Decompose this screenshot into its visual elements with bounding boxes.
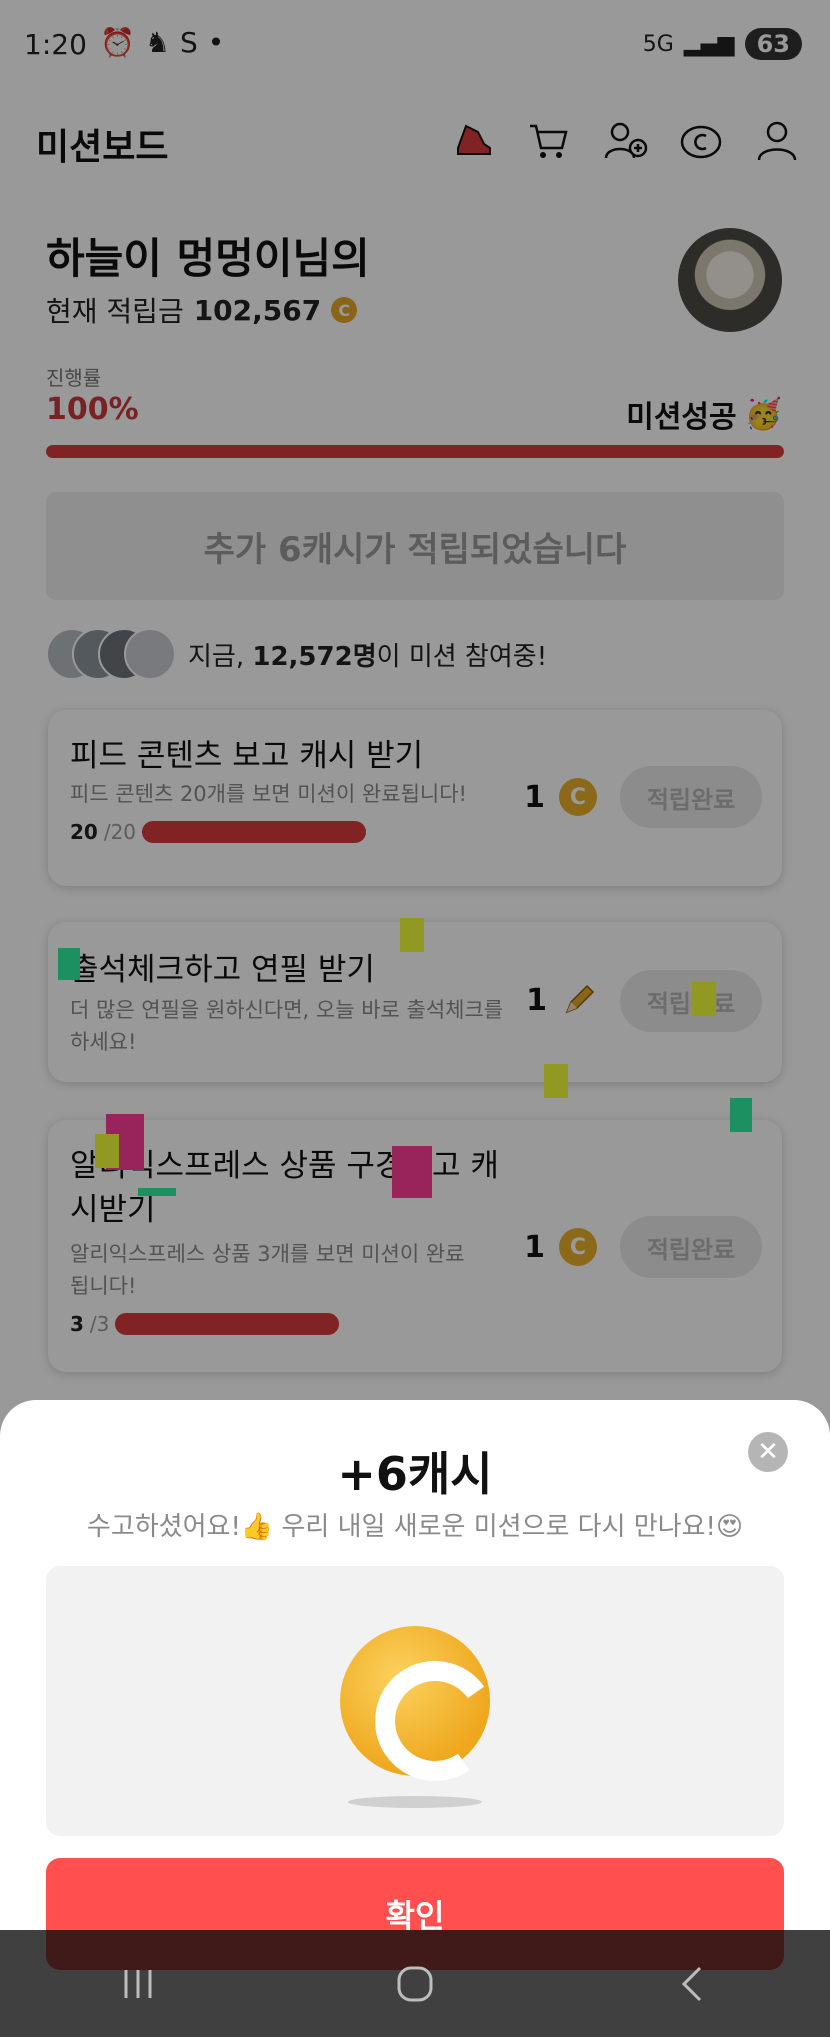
close-icon[interactable]: ✕ <box>748 1432 788 1472</box>
recent-apps-icon[interactable] <box>108 1954 168 2014</box>
home-icon[interactable] <box>385 1954 445 2014</box>
sheet-subtitle: 수고하셨어요!👍 우리 내일 새로운 미션으로 다시 만나요!😍 <box>86 1512 744 1542</box>
coin-shadow <box>348 1796 482 1808</box>
back-icon[interactable] <box>662 1954 722 2014</box>
system-navigation-bar <box>0 1930 830 2037</box>
cash-coin-icon <box>340 1626 490 1776</box>
coin-panel <box>46 1566 784 1836</box>
screen: 1:20 ⏰ ♞ S • 5G ▂▄▆ 63 미션보드 하늘이 멍멍이님의 현재… <box>0 0 830 2037</box>
sheet-title: +6캐시 <box>337 1447 493 1501</box>
